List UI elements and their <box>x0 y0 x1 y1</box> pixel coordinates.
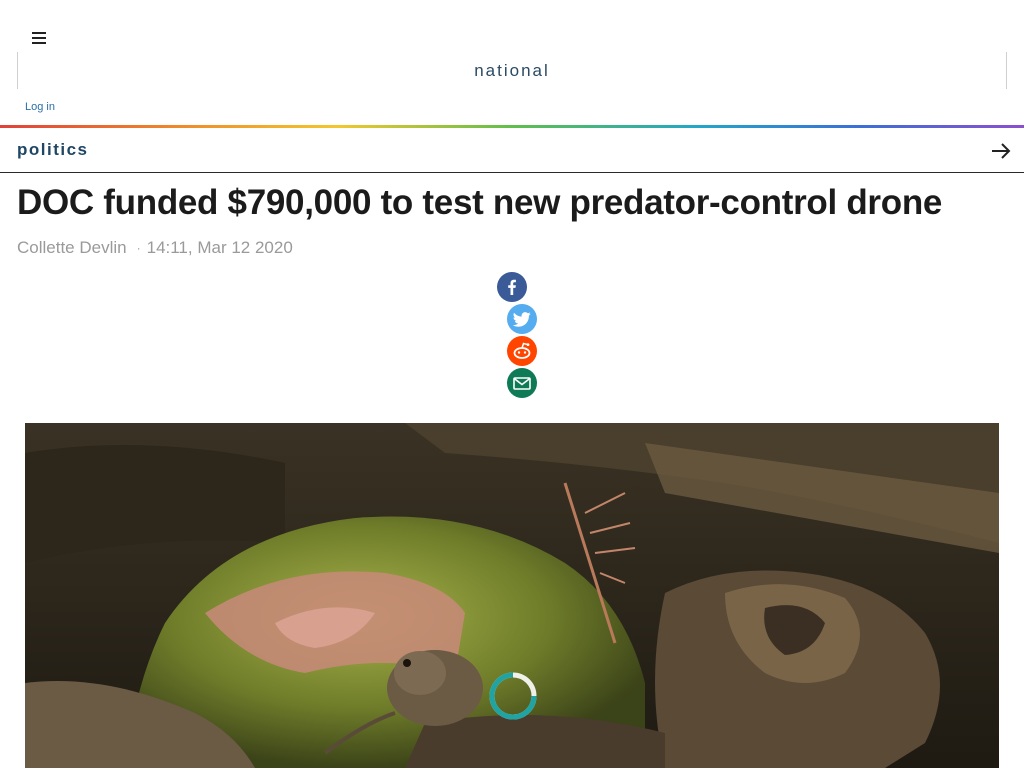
byline-separator: · <box>136 241 141 255</box>
article-headline: DOC funded $790,000 to test new predator… <box>17 183 943 222</box>
twitter-icon <box>513 311 531 327</box>
reddit-icon <box>513 342 531 359</box>
email-icon <box>513 376 531 390</box>
brand-label[interactable]: national <box>18 61 1006 81</box>
loading-spinner-icon <box>489 672 537 720</box>
masthead: national <box>17 52 1007 89</box>
section-label[interactable]: politics <box>17 140 89 160</box>
arrow-right-icon[interactable] <box>990 141 1012 161</box>
login-link[interactable]: Log in <box>25 101 55 113</box>
author-name[interactable]: Collette Devlin <box>17 238 127 257</box>
share-facebook-button[interactable] <box>497 272 527 302</box>
share-twitter-button[interactable] <box>507 304 537 334</box>
share-email-button[interactable] <box>507 368 537 398</box>
section-nav: politics <box>0 128 1024 173</box>
publish-timestamp: 14:11, Mar 12 2020 <box>146 238 293 257</box>
hero-image <box>25 423 999 768</box>
byline: Collette Devlin · 14:11, Mar 12 2020 <box>17 238 293 258</box>
hamburger-icon[interactable] <box>31 28 49 48</box>
share-reddit-button[interactable] <box>507 336 537 366</box>
facebook-icon <box>508 279 516 295</box>
